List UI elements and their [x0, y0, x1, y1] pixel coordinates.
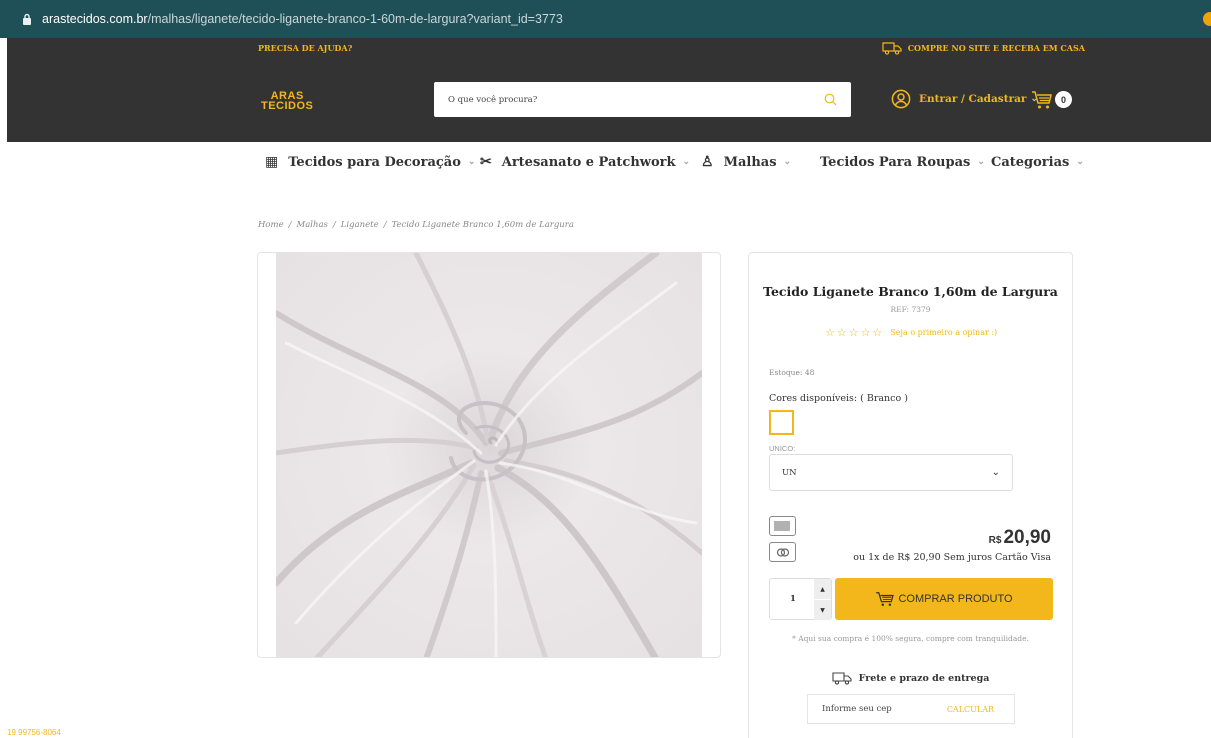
nav-item-malhas[interactable]: ♙ Malhas ⌄	[701, 150, 791, 174]
site-logo[interactable]: ARAS TECIDOS	[261, 91, 314, 112]
shipping-banner-text: COMPRE NO SITE E RECEBA EM CASA	[907, 43, 1085, 53]
profile-icon[interactable]	[1203, 12, 1211, 26]
fabric-roll-icon: ▦	[265, 154, 279, 170]
search-input[interactable]: O que você procura?	[434, 82, 851, 117]
cep-field[interactable]: Informe seu cep CALCULAR	[807, 694, 1015, 724]
login-label: Entrar / Cadastrar	[919, 93, 1027, 105]
quantity-increase-button[interactable]: ▲	[814, 579, 831, 599]
nav-item-tecidos-roupas[interactable]: Tecidos Para Roupas ⌄	[820, 150, 985, 174]
nav-item-label: Artesanato e Patchwork	[501, 154, 676, 170]
nav-item-label: Categorias	[991, 154, 1070, 170]
breadcrumb-home[interactable]: Home	[258, 220, 284, 230]
breadcrumb-current: Tecido Liganete Branco 1,60m de Largura	[391, 220, 574, 230]
cart-icon	[876, 592, 895, 607]
cep-placeholder: Informe seu cep	[822, 704, 892, 714]
star-rating-icon: ☆☆☆☆☆	[825, 326, 885, 339]
price-amount: 20,90	[1003, 527, 1051, 548]
buy-button-label: COMPRAR PRODUTO	[898, 593, 1013, 605]
chevron-down-icon: ⌄	[991, 467, 1000, 478]
breadcrumb-separator: /	[288, 220, 292, 230]
product-title: Tecido Liganete Branco 1,60m de Largura	[763, 284, 1058, 299]
search-placeholder: O que você procura?	[448, 94, 538, 105]
product-info-panel: Tecido Liganete Branco 1,60m de Largura …	[748, 252, 1073, 738]
lock-icon	[23, 13, 31, 25]
color-swatch-branco[interactable]	[769, 410, 794, 435]
cart-count-badge: 0	[1055, 91, 1072, 108]
calculate-shipping-button[interactable]: CALCULAR	[947, 705, 994, 714]
truck-icon	[832, 672, 852, 685]
breadcrumb-separator: /	[383, 220, 387, 230]
variant-select[interactable]: UN ⌄	[769, 454, 1013, 491]
nav-item-label: Tecidos Para Roupas	[820, 154, 971, 170]
truck-icon	[882, 42, 902, 55]
whatsapp-phone[interactable]: 19 99756-8064	[7, 728, 61, 737]
colors-label: Cores disponíveis: ( Branco )	[769, 393, 908, 404]
nav-item-label: Malhas	[723, 154, 777, 170]
product-rating[interactable]: ☆☆☆☆☆ Seja o primeiro a opinar :)	[825, 326, 997, 339]
shipping-banner: COMPRE NO SITE E RECEBA EM CASA	[882, 41, 1085, 55]
search-icon[interactable]	[815, 85, 845, 115]
chevron-down-icon: ⌄	[977, 157, 985, 167]
site-header: PRECISA DE AJUDA? COMPRE NO SITE E RECEB…	[7, 38, 1211, 142]
breadcrumb: Home / Malhas / Liganete / Tecido Liganete Bra…	[258, 220, 574, 230]
quantity-stepper[interactable]: 1 ▲ ▼	[769, 578, 832, 620]
nav-item-artesanato[interactable]: ✂ Artesanato e Patchwork ⌄	[480, 150, 690, 174]
cart-button[interactable]: 0	[1031, 90, 1075, 110]
product-gallery	[257, 252, 721, 658]
installments-text: ou 1x de R$ 20,90 Sem juros Cartão Visa	[853, 552, 1051, 563]
nav-item-label: Tecidos para Decoração	[288, 154, 461, 170]
breadcrumb-separator: /	[332, 220, 336, 230]
product-price: R$ 20,90	[989, 527, 1051, 549]
breadcrumb-malhas[interactable]: Malhas	[297, 220, 328, 230]
rating-cta[interactable]: Seja o primeiro a opinar :)	[890, 328, 997, 337]
url-host: arastecidos.com.br	[42, 12, 148, 26]
cart-icon	[1032, 91, 1052, 109]
login-button[interactable]: Entrar / Cadastrar ⌄	[891, 89, 1038, 109]
chevron-down-icon: ⌄	[467, 157, 476, 167]
quantity-value[interactable]: 1	[790, 594, 796, 604]
stock-count: Estoque: 48	[769, 368, 815, 377]
price-currency: R$	[988, 535, 1002, 546]
card-payment-icon	[769, 542, 796, 562]
category-nav: ▦ Tecidos para Decoração ⌄ ✂ Artesanato …	[0, 150, 1211, 174]
logo-line2: TECIDOS	[261, 100, 314, 112]
breadcrumb-liganete[interactable]: Liganete	[341, 220, 379, 230]
product-ref: REF: 7379	[890, 305, 931, 314]
chevron-down-icon: ⌄	[1076, 157, 1084, 167]
boleto-barcode-icon	[769, 516, 796, 536]
secure-purchase-note: * Aqui sua compra é 100% segura, compre …	[792, 634, 1029, 643]
sewing-icon: ✂	[480, 154, 492, 170]
variant-label: UNICO:	[769, 444, 796, 453]
chevron-down-icon: ⌄	[783, 157, 792, 167]
nav-item-decoracao[interactable]: ▦ Tecidos para Decoração ⌄	[265, 150, 475, 174]
quantity-decrease-button[interactable]: ▼	[814, 600, 831, 620]
browser-address-bar[interactable]: arastecidos.com.br/malhas/liganete/tecid…	[0, 0, 1211, 38]
user-icon	[891, 89, 911, 109]
nav-item-categorias[interactable]: Categorias ⌄	[991, 150, 1084, 174]
shirt-icon: ♙	[701, 154, 714, 170]
url-path: /malhas/liganete/tecido-liganete-branco-…	[147, 12, 563, 26]
shipping-estimate-title: Frete e prazo de entrega	[749, 670, 1072, 686]
buy-button[interactable]: COMPRAR PRODUTO	[835, 578, 1053, 620]
help-link[interactable]: PRECISA DE AJUDA?	[258, 43, 352, 53]
chevron-down-icon: ⌄	[682, 157, 691, 167]
product-image[interactable]	[276, 253, 702, 658]
variant-value: UN	[782, 467, 797, 478]
shipping-estimate-label: Frete e prazo de entrega	[858, 672, 990, 684]
